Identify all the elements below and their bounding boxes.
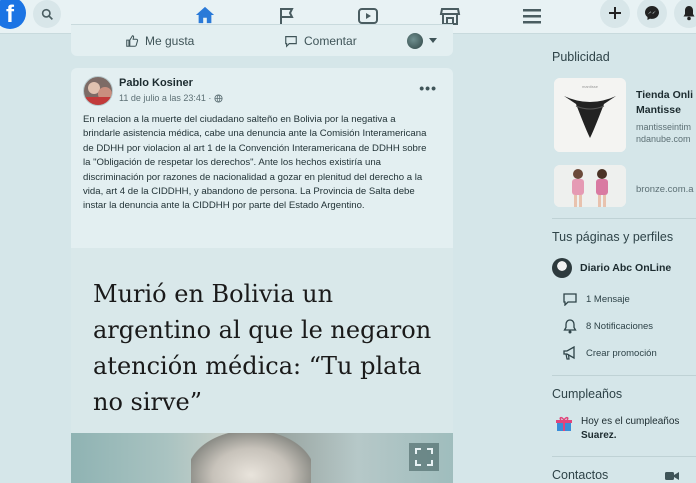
logo-letter: f [6,1,14,28]
page-diario-abc[interactable]: Diario Abc OnLine [552,258,671,278]
notifications-label: 8 Notificaciones [586,321,654,332]
thumbs-up-icon [126,34,139,47]
ad-title-line1[interactable]: Tienda Onli [636,89,693,101]
ad-image-lingerie[interactable]: mantisse [554,78,626,152]
author-avatar[interactable] [83,76,113,106]
search-icon [41,8,53,20]
globe-icon [214,93,223,103]
page-messages-link[interactable]: 1 Mensaje [562,292,630,306]
audience-selector[interactable] [407,32,437,49]
ad-domain-line1: mantisseintim [636,122,692,132]
post-meta: 11 de julio a las 23:41 · [119,93,223,103]
like-label: Me gusta [145,33,195,48]
create-promotion-label: Crear promoción [586,347,657,359]
sidebar-divider [552,218,696,219]
post-body: En relacion a la muerte del ciudadano sa… [83,114,427,212]
lingerie-product-image: mantisse [554,78,626,152]
messages-label: 1 Mensaje [586,293,630,305]
video-call-icon [665,472,679,480]
pages-section-title: Tus páginas y perfiles [552,230,674,244]
ad-title-line2[interactable]: Mantisse [636,104,681,116]
birthday-text-line1[interactable]: Hoy es el cumpleaños [581,415,679,429]
comment-button[interactable]: Comentar [284,34,357,48]
expand-photo-button[interactable] [409,443,439,471]
swimwear-product-image [554,165,626,207]
menu-icon [523,9,541,24]
create-promotion-link[interactable]: Crear promoción [562,346,657,360]
contacts-section-title: Contactos [552,468,609,482]
marketplace-icon [439,8,461,25]
ad-image-swimwear[interactable] [554,165,626,207]
ad-domain-line2: ndanube.com [636,134,691,144]
ads-section-title: Publicidad [552,50,610,64]
sidebar-divider [552,456,696,457]
megaphone-icon [563,346,575,360]
facebook-logo[interactable]: f [0,0,26,29]
sidebar-divider [552,375,696,376]
comment-label: Comentar [304,33,357,48]
birthday-text-line2[interactable]: Suarez. [581,429,617,443]
home-icon [195,6,215,23]
page-name: Diario Abc OnLine [580,262,672,274]
watch-icon [358,8,378,24]
page-notifications-link[interactable]: 8 Notificaciones [562,319,653,334]
previous-post-actions: Me gusta Comentar [71,24,453,56]
svg-text:mantisse: mantisse [582,84,599,89]
profile-thumbnail [407,32,423,49]
ad-domain-bronze[interactable]: bronze.com.a [636,184,694,196]
gift-icon [556,416,572,431]
post-author[interactable]: Pablo Kosiner [119,77,193,89]
fullscreen-icon [415,448,433,466]
article-headline[interactable]: Murió en Bolivia un argentino al que le … [93,276,443,420]
post-options-button[interactable]: ••• [419,80,437,96]
search-button[interactable] [33,0,61,28]
comment-icon [285,35,297,48]
photo-figure [191,433,311,483]
like-button[interactable]: Me gusta [125,34,194,48]
post-date[interactable]: 11 de julio a las 23:41 · [119,93,211,103]
birthdays-section-title: Cumpleaños [552,387,623,401]
messages-icon [563,293,577,306]
caret-down-icon [429,37,437,43]
article-photo[interactable] [71,433,453,483]
link-preview[interactable]: Murió en Bolivia un argentino al que le … [71,248,453,483]
flag-icon [280,8,294,25]
bell-outline-icon [563,319,577,334]
right-sidebar: Publicidad mantisse Tienda Onli Mantisse… [546,0,696,483]
page-avatar [552,258,572,278]
feed-post: Pablo Kosiner 11 de julio a las 23:41 · … [71,68,453,483]
